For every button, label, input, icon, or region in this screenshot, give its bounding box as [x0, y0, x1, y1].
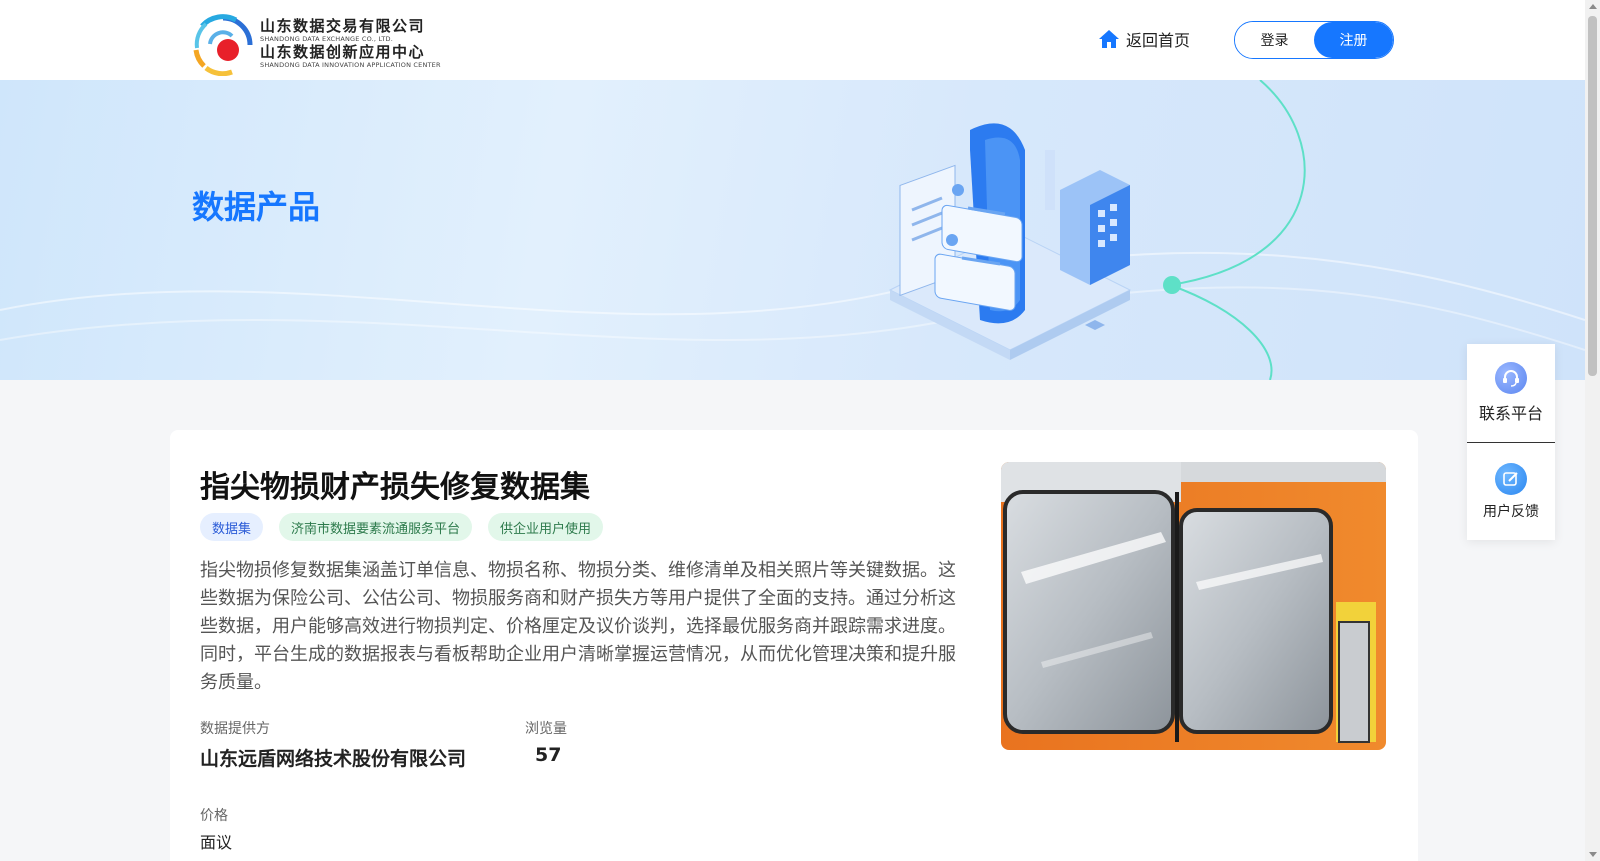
contact-platform-label: 联系平台	[1478, 404, 1543, 423]
site-header: 山东数据交易有限公司 SHANDONG DATA EXCHANGE CO., L…	[0, 0, 1585, 80]
banner-waves	[0, 80, 1585, 380]
scroll-thumb[interactable]	[1588, 16, 1597, 376]
tag-type: 数据集	[200, 513, 264, 541]
views-label: 浏览量	[525, 721, 567, 737]
home-icon	[1099, 30, 1119, 48]
logo[interactable]: 山东数据交易有限公司 SHANDONG DATA EXCHANGE CO., L…	[192, 14, 441, 77]
tag-audience: 供企业用户使用	[488, 513, 604, 541]
side-float-panel: 联系平台 用户反馈	[1467, 344, 1555, 540]
tag-platform: 济南市数据要素流通服务平台	[279, 513, 473, 541]
product-card: 指尖物损财产损失修复数据集 数据集 济南市数据要素流通服务平台 供企业用户使用 …	[170, 430, 1418, 861]
auth-group: 登录 注册	[1234, 21, 1394, 59]
home-link[interactable]: 返回首页	[1098, 27, 1190, 51]
logo-center-name-en: SHANDONG DATA INNOVATION APPLICATION CEN…	[260, 61, 441, 69]
logo-company-name: 山东数据交易有限公司	[260, 16, 426, 35]
provider-label: 数据提供方	[200, 721, 270, 737]
product-description: 指尖物损修复数据集涵盖订单信息、物损名称、物损分类、维修清单及相关照片等关键数据…	[200, 560, 956, 693]
data-illustration-icon	[888, 123, 1132, 360]
scroll-up-arrow-icon[interactable]	[1589, 4, 1597, 9]
logo-center-name: 山东数据创新应用中心	[260, 43, 426, 61]
register-button[interactable]: 注册	[1314, 22, 1393, 58]
logo-mark-icon	[192, 14, 254, 77]
logo-company-name-en: SHANDONG DATA EXCHANGE CO., LTD.	[260, 34, 394, 43]
price-value: 面议	[200, 833, 233, 852]
price-label: 价格	[200, 808, 228, 824]
provider-value: 山东远盾网络技术股份有限公司	[200, 748, 467, 770]
page-scrollbar[interactable]	[1585, 0, 1600, 861]
user-feedback-label: 用户反馈	[1483, 503, 1539, 520]
edit-icon	[1495, 462, 1527, 495]
scroll-down-arrow-icon[interactable]	[1589, 852, 1597, 857]
hero-banner: 数据产品	[0, 80, 1585, 380]
views-value: 57	[535, 744, 562, 766]
login-button[interactable]: 登录	[1235, 22, 1314, 58]
product-title: 指尖物损财产损失修复数据集	[200, 470, 590, 505]
banner-title: 数据产品	[192, 188, 321, 226]
home-link-label: 返回首页	[1126, 31, 1191, 50]
headset-icon	[1495, 362, 1527, 394]
user-feedback-button[interactable]: 用户反馈	[1467, 442, 1555, 540]
product-tags: 数据集 济南市数据要素流通服务平台 供企业用户使用	[200, 513, 619, 541]
contact-platform-button[interactable]: 联系平台	[1467, 344, 1555, 442]
product-image	[1001, 462, 1386, 750]
